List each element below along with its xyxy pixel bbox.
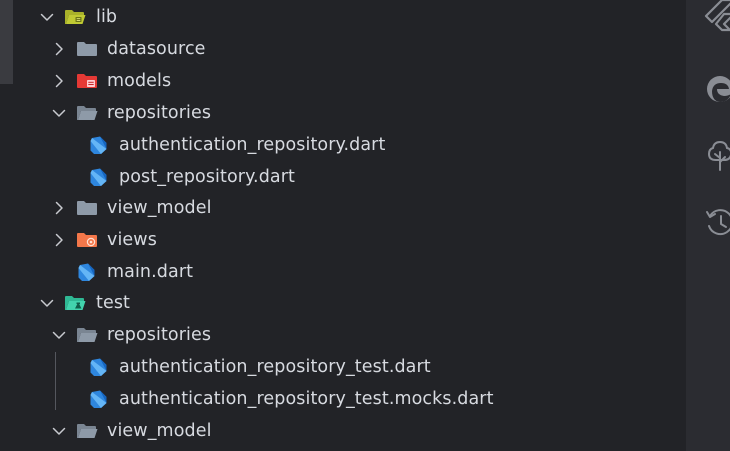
tree-item-file[interactable]: main.dart bbox=[0, 256, 686, 288]
edge-browser-icon[interactable] bbox=[704, 72, 730, 106]
tree-item-label: main.dart bbox=[107, 262, 194, 282]
tree-item-label: views bbox=[107, 230, 157, 250]
tree-item-test[interactable]: test bbox=[0, 287, 686, 319]
tree-item-label: models bbox=[107, 71, 172, 91]
chevron-right-icon[interactable] bbox=[51, 41, 67, 57]
tree-item-label: view_model bbox=[107, 198, 212, 218]
dart-file-icon bbox=[90, 390, 107, 408]
tree-item-repositories[interactable]: repositories bbox=[0, 97, 686, 129]
chevron-right-icon[interactable] bbox=[51, 200, 67, 216]
dart-file-icon bbox=[90, 136, 107, 154]
tree-item-view-model[interactable]: view_model bbox=[0, 415, 686, 447]
dart-file-icon bbox=[90, 358, 107, 376]
dart-file-icon bbox=[90, 168, 107, 186]
folder-icon bbox=[77, 42, 97, 56]
tree-item-file[interactable]: authentication_repository_test.dart bbox=[0, 351, 686, 383]
models-folder-icon bbox=[77, 74, 97, 88]
chevron-right-icon[interactable] bbox=[51, 73, 67, 89]
chevron-down-icon[interactable] bbox=[51, 327, 67, 343]
tree-item-models[interactable]: models bbox=[0, 65, 686, 97]
tree-item-label: view_model bbox=[107, 421, 212, 441]
folder-open-icon bbox=[77, 328, 98, 342]
chevron-down-icon[interactable] bbox=[39, 9, 55, 25]
chevron-down-icon[interactable] bbox=[39, 295, 55, 311]
folder-open-icon bbox=[77, 424, 98, 438]
tree-item-file[interactable]: authentication_repository_test.mocks.dar… bbox=[0, 383, 686, 415]
tree-item-views[interactable]: views bbox=[0, 224, 686, 256]
chevron-down-icon[interactable] bbox=[51, 423, 67, 439]
flutter-icon[interactable] bbox=[704, 0, 730, 34]
tree-icon[interactable] bbox=[704, 138, 730, 172]
chevron-right-icon[interactable] bbox=[51, 232, 67, 248]
dart-file-icon bbox=[78, 263, 95, 281]
tree-item-view-model[interactable]: view_model bbox=[0, 192, 686, 224]
tree-item-label: datasource bbox=[107, 39, 206, 59]
file-explorer: lib datasource models repositories authe… bbox=[0, 0, 686, 451]
tree-item-label: lib bbox=[96, 7, 118, 27]
tree-item-label: authentication_repository_test.mocks.dar… bbox=[119, 389, 494, 409]
tree-item-repositories[interactable]: repositories bbox=[0, 319, 686, 351]
lib-folder-open-icon bbox=[65, 10, 86, 24]
tree-item-label: repositories bbox=[107, 325, 212, 345]
test-folder-open-icon bbox=[65, 296, 86, 310]
folder-open-icon bbox=[77, 106, 98, 120]
tree-item-label: test bbox=[96, 293, 131, 313]
tree-item-datasource[interactable]: datasource bbox=[0, 33, 686, 65]
tree-item-label: authentication_repository_test.dart bbox=[119, 357, 431, 377]
tree-item-lib[interactable]: lib bbox=[0, 1, 686, 33]
tree-item-label: repositories bbox=[107, 103, 212, 123]
chevron-down-icon[interactable] bbox=[51, 105, 67, 121]
tree-item-file[interactable]: authentication_repository.dart bbox=[0, 129, 686, 161]
tree-item-label: post_repository.dart bbox=[119, 167, 295, 187]
folder-icon bbox=[77, 201, 97, 215]
history-icon[interactable] bbox=[704, 206, 730, 240]
tree-item-label: authentication_repository.dart bbox=[119, 135, 386, 155]
tree-item-file[interactable]: post_repository.dart bbox=[0, 161, 686, 193]
views-folder-icon bbox=[77, 233, 97, 247]
